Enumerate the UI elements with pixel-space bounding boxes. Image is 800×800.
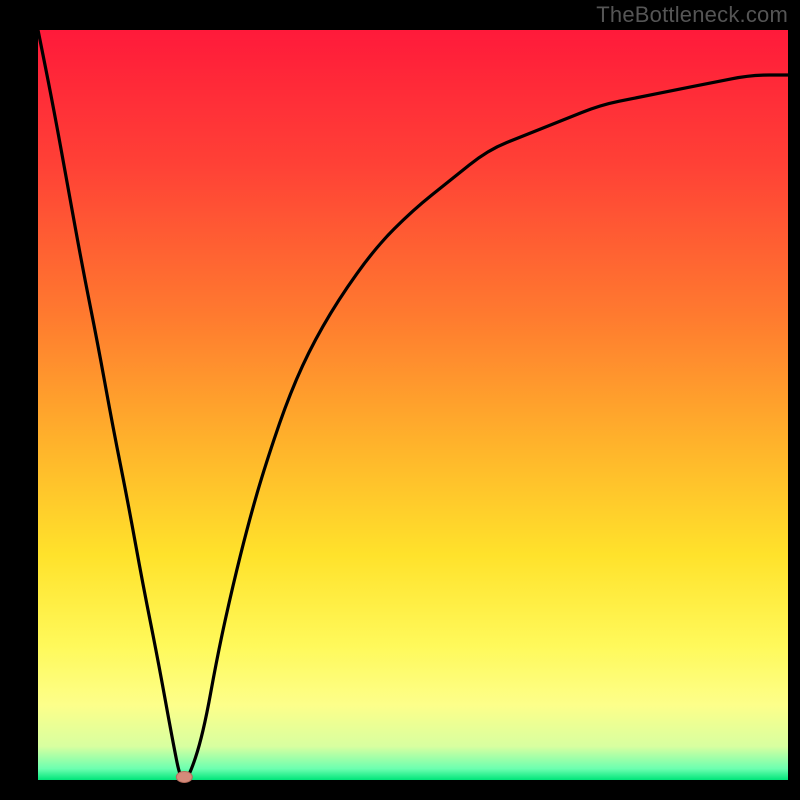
bottleneck-chart — [0, 0, 800, 800]
gradient-background — [38, 30, 788, 780]
chart-frame: TheBottleneck.com — [0, 0, 800, 800]
optimum-marker — [176, 772, 192, 783]
watermark-text: TheBottleneck.com — [596, 2, 788, 28]
